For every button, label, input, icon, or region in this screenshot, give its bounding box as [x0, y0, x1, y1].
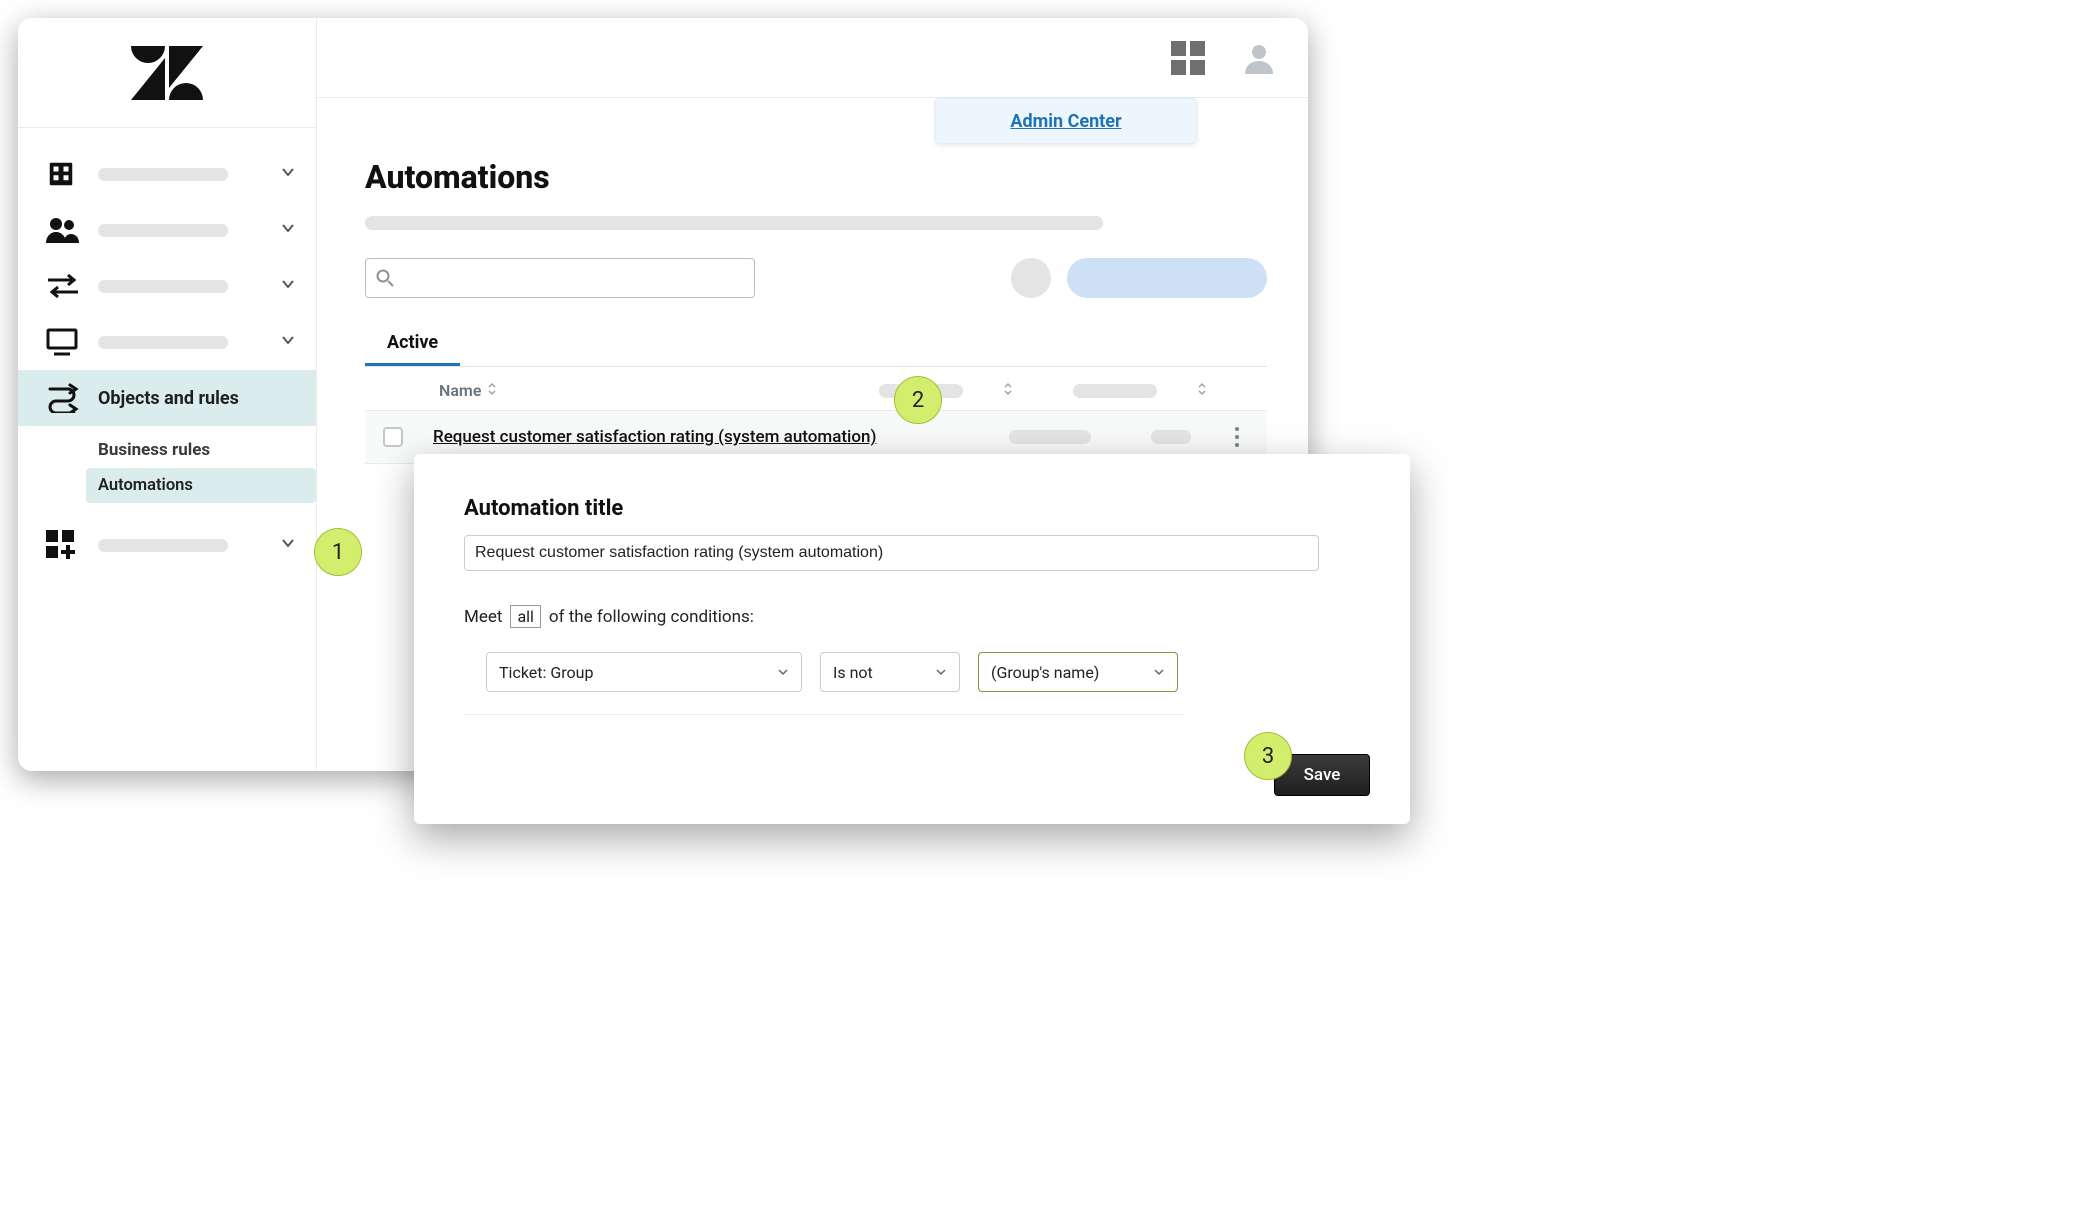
- step-badge-3: 3: [1244, 732, 1292, 780]
- chevron-down-icon: [935, 666, 947, 678]
- building-icon: [46, 157, 86, 191]
- chevron-down-icon: [777, 666, 789, 678]
- placeholder: [98, 224, 228, 237]
- content: Automations Active Name: [317, 98, 1308, 464]
- admin-center-tooltip[interactable]: Admin Center: [935, 98, 1197, 144]
- step-badge-2: 2: [894, 376, 942, 424]
- chevron-down-icon: [280, 332, 296, 352]
- column-name[interactable]: Name: [439, 381, 481, 400]
- description-placeholder: [365, 216, 1103, 230]
- cell-placeholder: [1009, 430, 1091, 444]
- condition-field-select[interactable]: Ticket: Group: [486, 652, 802, 692]
- routing-icon: [46, 381, 86, 415]
- chevron-down-icon: [280, 276, 296, 296]
- placeholder: [98, 336, 228, 349]
- sort-icon[interactable]: [487, 382, 497, 399]
- sort-icon[interactable]: [1197, 382, 1207, 399]
- search-input[interactable]: [365, 258, 755, 298]
- controls-row: [365, 258, 1267, 298]
- admin-center-link[interactable]: Admin Center: [1010, 111, 1121, 132]
- sidebar-item-apps[interactable]: [18, 517, 316, 573]
- sidebar-label-objects-rules: Objects and rules: [98, 388, 296, 409]
- condition-value-text: (Group's name): [991, 663, 1099, 682]
- placeholder: [98, 539, 228, 552]
- zendesk-logo-icon: [131, 46, 203, 100]
- automation-title-input[interactable]: [464, 535, 1319, 571]
- placeholder: [98, 168, 228, 181]
- tabs: Active: [365, 322, 1267, 367]
- sidebar-subheader-business-rules: Business rules: [98, 432, 316, 468]
- tab-active[interactable]: Active: [365, 322, 460, 366]
- user-avatar-icon[interactable]: [1243, 42, 1275, 74]
- cell-placeholder: [1151, 430, 1191, 444]
- sidebar-item-workspaces[interactable]: [18, 314, 316, 370]
- match-type-select[interactable]: all: [510, 605, 540, 628]
- row-menu-icon[interactable]: [1231, 423, 1243, 451]
- sidebar-item-channels[interactable]: [18, 258, 316, 314]
- sidebar-item-account[interactable]: [18, 146, 316, 202]
- condition-operator-value: Is not: [833, 663, 873, 682]
- placeholder: [98, 280, 228, 293]
- column-placeholder: [1073, 384, 1157, 398]
- editor-title-label: Automation title: [464, 496, 1360, 521]
- sidebar-item-automations[interactable]: Automations: [86, 468, 316, 503]
- sidebar-item-objects-rules[interactable]: Objects and rules: [18, 370, 316, 426]
- sidebar-nav: Objects and rules Business rules Automat…: [18, 128, 316, 573]
- search-icon: [376, 269, 394, 287]
- arrows-horizontal-icon: [46, 269, 86, 303]
- page-title: Automations: [365, 158, 1267, 196]
- list-header: Name: [365, 367, 1267, 410]
- condition-operator-select[interactable]: Is not: [820, 652, 960, 692]
- apps-plus-icon: [46, 528, 86, 562]
- meet-prefix: Meet: [464, 607, 502, 627]
- primary-button-placeholder[interactable]: [1067, 258, 1267, 298]
- conditions-label: Meet all of the following conditions:: [464, 605, 1360, 628]
- chevron-down-icon: [280, 164, 296, 184]
- chevron-down-icon: [280, 535, 296, 555]
- monitor-icon: [46, 325, 86, 359]
- condition-value-select[interactable]: (Group's name): [978, 652, 1178, 692]
- meet-suffix: of the following conditions:: [549, 607, 754, 627]
- step-badge-1: 1: [314, 528, 362, 576]
- topbar: [317, 18, 1308, 98]
- condition-field-value: Ticket: Group: [499, 663, 593, 682]
- sidebar: Objects and rules Business rules Automat…: [18, 18, 317, 771]
- chevron-down-icon: [1153, 666, 1165, 678]
- sidebar-item-people[interactable]: [18, 202, 316, 258]
- brand-logo: [18, 18, 316, 128]
- row-checkbox[interactable]: [383, 427, 403, 447]
- condition-row: Ticket: Group Is not (Group's name): [464, 652, 1184, 715]
- sort-icon[interactable]: [1003, 382, 1013, 399]
- people-icon: [46, 213, 86, 247]
- sidebar-subsection: Business rules Automations: [18, 426, 316, 507]
- action-placeholder-circle: [1011, 258, 1051, 298]
- chevron-down-icon: [280, 220, 296, 240]
- automation-row-link[interactable]: Request customer satisfaction rating (sy…: [433, 427, 876, 447]
- products-grid-icon[interactable]: [1171, 41, 1205, 75]
